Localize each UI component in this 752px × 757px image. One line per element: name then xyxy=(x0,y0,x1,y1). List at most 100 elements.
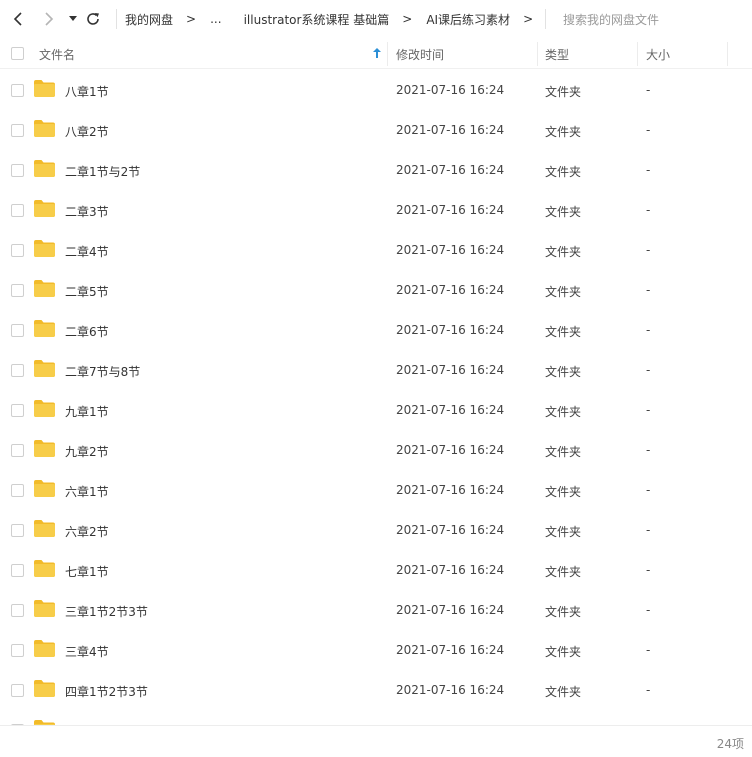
column-header-modified[interactable]: 修改时间 xyxy=(396,46,444,63)
file-name[interactable]: 九章2节 xyxy=(65,443,109,460)
file-name[interactable]: 八章2节 xyxy=(65,123,109,140)
row-checkbox[interactable] xyxy=(11,124,24,137)
folder-icon xyxy=(34,360,55,377)
toolbar: 我的网盘 > ... > illustrator系统课程 基础篇 > AI课后练… xyxy=(0,0,752,38)
file-type: 文件夹 xyxy=(545,285,582,299)
table-row[interactable]: 八章2节 2021-07-16 16:24 文件夹 - xyxy=(0,110,752,150)
file-name[interactable]: 六章1节 xyxy=(65,483,109,500)
file-modified: 2021-07-16 16:24 xyxy=(396,643,505,657)
row-checkbox[interactable] xyxy=(11,84,24,97)
file-name[interactable]: 七章1节 xyxy=(65,563,109,580)
column-divider[interactable] xyxy=(637,42,638,66)
row-checkbox[interactable] xyxy=(11,404,24,417)
folder-icon xyxy=(34,120,55,137)
file-name[interactable]: 四章1节2节3节 xyxy=(65,683,148,700)
file-name[interactable]: 二章6节 xyxy=(65,323,109,340)
folder-icon xyxy=(34,320,55,337)
table-row[interactable]: 九章2节 2021-07-16 16:24 文件夹 - xyxy=(0,430,752,470)
file-name[interactable]: 二章5节 xyxy=(65,283,109,300)
file-size: - xyxy=(646,83,651,97)
row-checkbox[interactable] xyxy=(11,444,24,457)
file-type: 文件夹 xyxy=(545,365,582,379)
row-checkbox[interactable] xyxy=(11,524,24,537)
folder-icon xyxy=(34,680,55,697)
breadcrumb-item-ellipsis[interactable]: ... xyxy=(210,12,221,26)
file-name[interactable]: 六章2节 xyxy=(65,523,109,540)
file-name[interactable]: 八章1节 xyxy=(65,83,109,100)
divider xyxy=(545,9,546,29)
folder-icon xyxy=(34,640,55,657)
folder-icon xyxy=(34,280,55,297)
file-name[interactable]: 三章1节2节3节 xyxy=(65,603,148,620)
table-row[interactable]: 四章4节2021-07-16 16:24文件夹- xyxy=(0,710,752,725)
table-row[interactable]: 二章7节与8节 2021-07-16 16:24 文件夹 - xyxy=(0,350,752,390)
column-divider[interactable] xyxy=(537,42,538,66)
file-name[interactable]: 三章4节 xyxy=(65,643,109,660)
file-size: - xyxy=(646,563,651,577)
row-checkbox[interactable] xyxy=(11,164,24,177)
column-divider[interactable] xyxy=(387,42,388,66)
sort-up-arrow-icon[interactable] xyxy=(373,48,381,58)
history-dropdown-button[interactable] xyxy=(64,10,82,28)
status-bar: 24项 xyxy=(0,725,752,757)
table-row[interactable]: 四章1节2节3节 2021-07-16 16:24 文件夹 - xyxy=(0,670,752,710)
file-size: - xyxy=(646,523,651,537)
row-checkbox[interactable] xyxy=(11,284,24,297)
table-row[interactable]: 六章1节 2021-07-16 16:24 文件夹 - xyxy=(0,470,752,510)
folder-icon xyxy=(34,160,55,177)
chevron-left-icon xyxy=(13,12,22,26)
table-row[interactable]: 二章1节与2节 2021-07-16 16:24 文件夹 - xyxy=(0,150,752,190)
file-modified: 2021-07-16 16:24 xyxy=(396,523,505,537)
file-type: 文件夹 xyxy=(545,325,582,339)
file-size: - xyxy=(646,323,651,337)
file-size: - xyxy=(646,123,651,137)
file-size: - xyxy=(646,643,651,657)
file-type: 文件夹 xyxy=(545,685,582,699)
column-header-size[interactable]: 大小 xyxy=(646,46,670,63)
file-type: 文件夹 xyxy=(545,405,582,419)
file-type: 文件夹 xyxy=(545,165,582,179)
file-name[interactable]: 二章7节与8节 xyxy=(65,363,140,380)
row-checkbox[interactable] xyxy=(11,564,24,577)
breadcrumb-item-current[interactable]: AI课后练习素材 xyxy=(426,11,510,28)
column-header-type[interactable]: 类型 xyxy=(545,46,569,63)
refresh-button[interactable] xyxy=(84,10,102,28)
row-checkbox[interactable] xyxy=(11,684,24,697)
file-name[interactable]: 二章3节 xyxy=(65,203,109,220)
file-type: 文件夹 xyxy=(545,245,582,259)
column-divider[interactable] xyxy=(727,42,728,66)
row-checkbox[interactable] xyxy=(11,324,24,337)
table-row[interactable]: 二章5节 2021-07-16 16:24 文件夹 - xyxy=(0,270,752,310)
table-row[interactable]: 三章1节2节3节 2021-07-16 16:24 文件夹 - xyxy=(0,590,752,630)
table-row[interactable]: 二章6节 2021-07-16 16:24 文件夹 - xyxy=(0,310,752,350)
folder-icon xyxy=(34,440,55,457)
row-checkbox[interactable] xyxy=(11,204,24,217)
table-row[interactable]: 九章1节 2021-07-16 16:24 文件夹 - xyxy=(0,390,752,430)
folder-icon xyxy=(34,400,55,417)
row-checkbox[interactable] xyxy=(11,244,24,257)
back-button[interactable] xyxy=(9,10,27,28)
breadcrumb-item-course[interactable]: illustrator系统课程 基础篇 xyxy=(244,11,390,28)
file-modified: 2021-07-16 16:24 xyxy=(396,323,505,337)
select-all-checkbox[interactable] xyxy=(11,47,24,60)
file-size: - xyxy=(646,483,651,497)
table-row[interactable]: 八章1节 2021-07-16 16:24 文件夹 - xyxy=(0,70,752,110)
row-checkbox[interactable] xyxy=(11,604,24,617)
column-header-name[interactable]: 文件名 xyxy=(39,46,75,63)
file-type: 文件夹 xyxy=(545,125,582,139)
file-name[interactable]: 二章1节与2节 xyxy=(65,163,140,180)
forward-button[interactable] xyxy=(40,10,58,28)
file-modified: 2021-07-16 16:24 xyxy=(396,363,505,377)
search-input[interactable]: 搜索我的网盘文件 xyxy=(563,11,659,28)
table-row[interactable]: 二章3节 2021-07-16 16:24 文件夹 - xyxy=(0,190,752,230)
file-name[interactable]: 二章4节 xyxy=(65,243,109,260)
table-row[interactable]: 七章1节 2021-07-16 16:24 文件夹 - xyxy=(0,550,752,590)
breadcrumb-item-my-drive[interactable]: 我的网盘 xyxy=(125,11,173,28)
file-name[interactable]: 九章1节 xyxy=(65,403,109,420)
table-row[interactable]: 六章2节 2021-07-16 16:24 文件夹 - xyxy=(0,510,752,550)
row-checkbox[interactable] xyxy=(11,484,24,497)
table-row[interactable]: 二章4节 2021-07-16 16:24 文件夹 - xyxy=(0,230,752,270)
row-checkbox[interactable] xyxy=(11,644,24,657)
table-row[interactable]: 三章4节 2021-07-16 16:24 文件夹 - xyxy=(0,630,752,670)
row-checkbox[interactable] xyxy=(11,364,24,377)
